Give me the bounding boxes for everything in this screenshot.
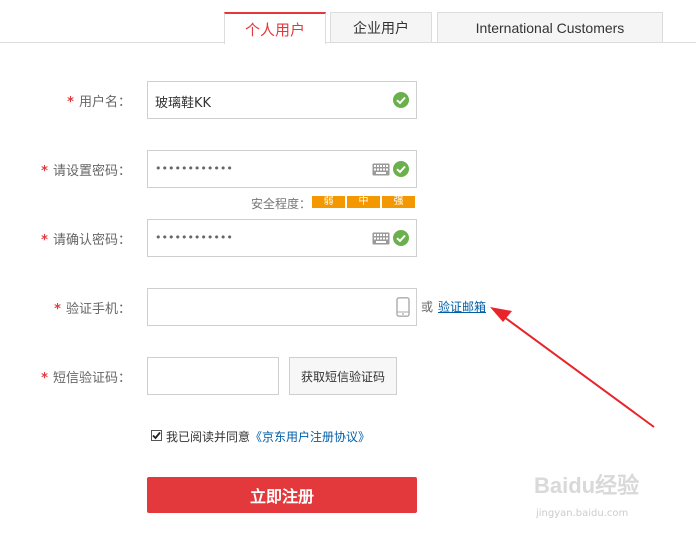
tab-personal[interactable]: 个人用户 [224, 12, 326, 44]
baidu-watermark: Baidu经验 jingyan.baidu.com [534, 468, 640, 519]
annotation-arrow [490, 307, 655, 428]
watermark-main: Baidu经验 [534, 473, 640, 498]
watermark-sub: jingyan.baidu.com [536, 508, 629, 519]
